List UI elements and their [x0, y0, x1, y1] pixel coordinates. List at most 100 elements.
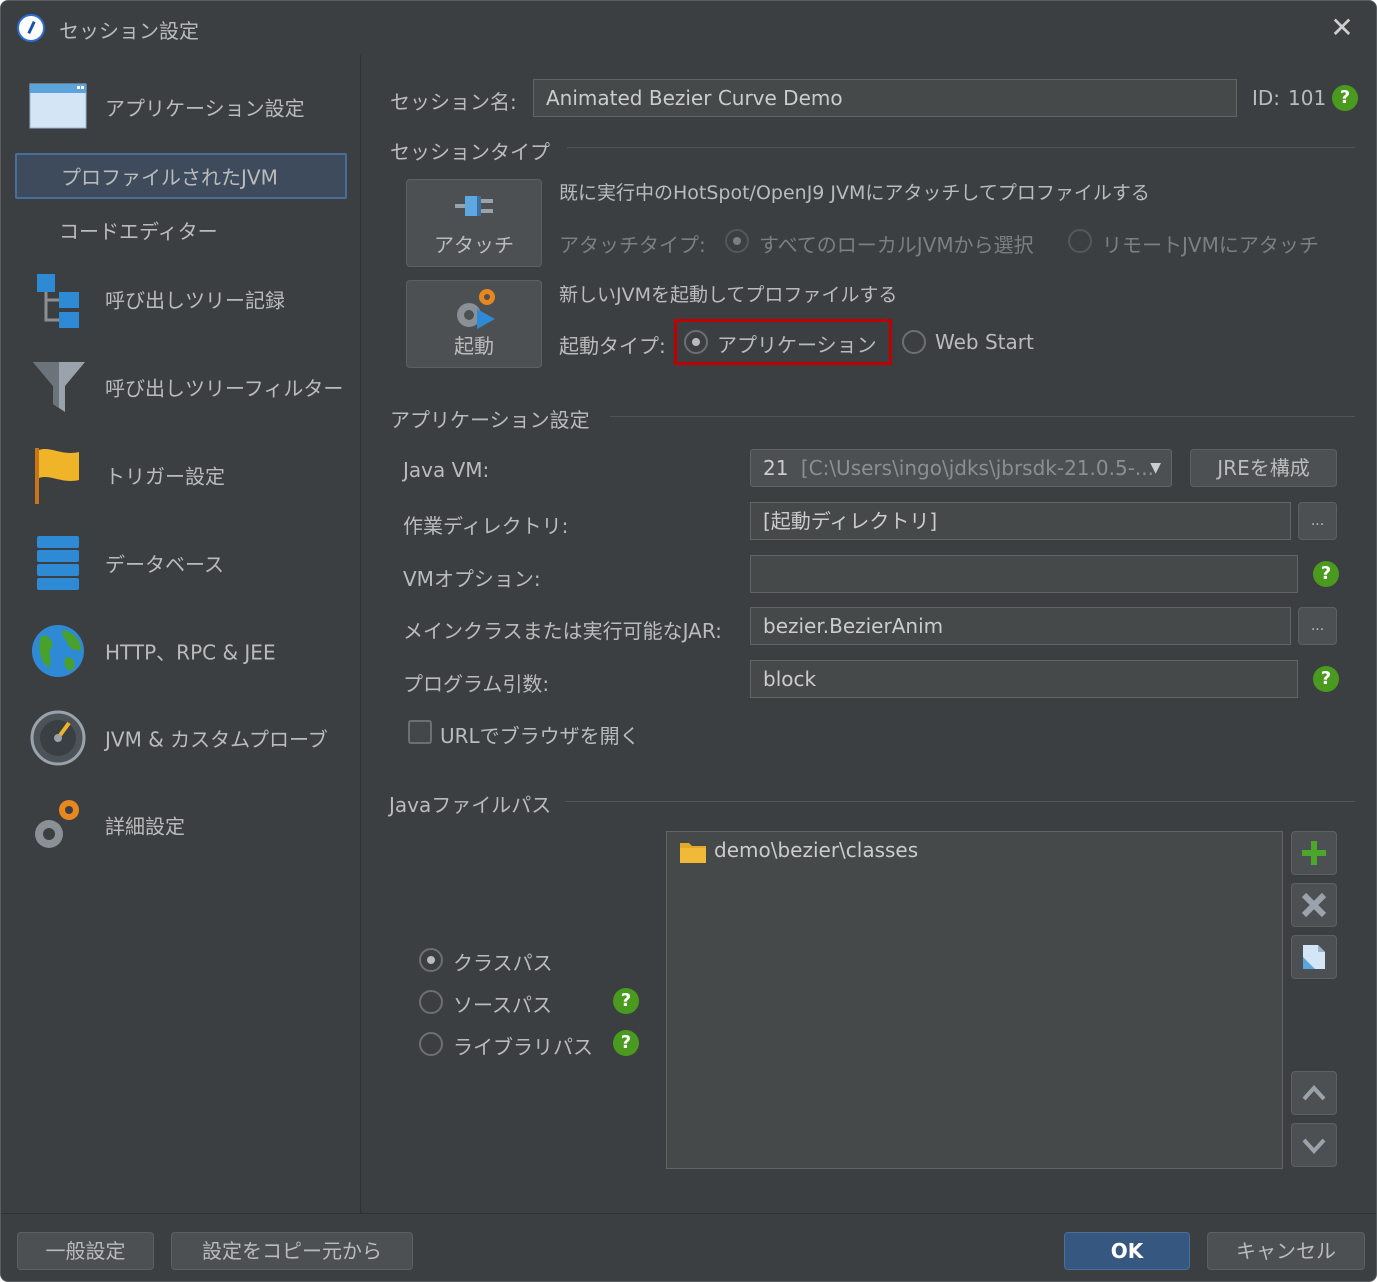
librarypath-radio[interactable] — [419, 1032, 443, 1056]
folder-icon — [680, 843, 706, 863]
launch-button-label: 起動 — [454, 334, 494, 358]
help-icon[interactable]: ? — [1313, 666, 1339, 692]
window-title: セッション設定 — [59, 19, 199, 43]
copy-settings-button[interactable]: 設定をコピー元から — [171, 1232, 413, 1270]
session-id-label: ID: — [1252, 86, 1281, 110]
move-down-button[interactable] — [1291, 1123, 1337, 1167]
sidebar-item-label: トリガー設定 — [105, 464, 225, 489]
open-browser-label: URLでブラウザを開く — [440, 724, 640, 748]
chevron-down-icon: ▼ — [1150, 460, 1161, 476]
edit-path-button[interactable] — [1291, 935, 1337, 979]
attach-remote-radio[interactable] — [1068, 229, 1092, 253]
document-icon — [1303, 945, 1325, 969]
workdir-browse-button[interactable]: ... — [1298, 502, 1337, 540]
database-icon — [37, 536, 79, 590]
attach-remote-label: リモートJVMにアタッチ — [1102, 233, 1319, 257]
sidebar-item-profiled-jvm[interactable]: プロファイルされたJVM — [15, 153, 347, 199]
separator — [567, 147, 1355, 148]
sidebar-item-label: コードエディター — [59, 219, 218, 244]
add-path-button[interactable] — [1291, 831, 1337, 875]
app-settings-heading: アプリケーション設定 — [390, 408, 590, 432]
classpath-radio[interactable] — [419, 948, 443, 972]
sidebar-item-code-editor[interactable]: コードエディター — [15, 207, 347, 253]
cancel-button[interactable]: キャンセル — [1207, 1232, 1365, 1270]
attach-local-radio[interactable] — [725, 229, 749, 253]
sidebar-item-call-tree-recording[interactable]: 呼び出しツリー記録 — [1, 259, 361, 339]
sidebar: アプリケーション設定 プロファイルされたJVM コードエディター 呼び出しツリー… — [1, 55, 361, 1213]
help-icon[interactable]: ? — [613, 988, 639, 1014]
ok-button[interactable]: OK — [1064, 1232, 1190, 1270]
sidebar-item-label: HTTP、RPC & JEE — [105, 640, 276, 665]
plus-icon — [1302, 841, 1326, 865]
session-id-value: 101 — [1288, 86, 1327, 110]
open-browser-checkbox[interactable] — [408, 720, 432, 744]
launch-application-radio[interactable] — [684, 330, 708, 354]
list-item-label: demo\bezier\classes — [714, 838, 919, 862]
tree-icon — [37, 274, 79, 328]
gears-icon — [35, 800, 79, 848]
separator — [610, 416, 1355, 417]
launch-webstart-label: Web Start — [935, 330, 1034, 354]
sidebar-item-trigger-settings[interactable]: トリガー設定 — [1, 435, 361, 515]
globe-icon — [32, 625, 84, 677]
app-compass-icon — [17, 14, 45, 42]
sidebar-item-label: データベース — [105, 552, 224, 577]
launch-webstart-radio[interactable] — [902, 330, 926, 354]
launch-type-label: 起動タイプ: — [559, 334, 666, 358]
delete-icon — [1301, 892, 1327, 918]
program-args-field[interactable]: block — [750, 660, 1298, 698]
general-settings-button[interactable]: 一般設定 — [17, 1232, 154, 1270]
path-list[interactable]: demo\bezier\classes — [666, 831, 1283, 1169]
sourcepath-label: ソースパス — [453, 993, 552, 1017]
move-up-button[interactable] — [1291, 1071, 1337, 1115]
title-bar: セッション設定 ✕ — [1, 1, 1376, 55]
session-type-heading: セッションタイプ — [390, 140, 550, 164]
sidebar-item-application-settings[interactable]: アプリケーション設定 — [1, 67, 361, 147]
workdir-field[interactable]: [起動ディレクトリ] — [750, 502, 1291, 540]
footer: 一般設定 設定をコピー元から OK キャンセル — [1, 1213, 1376, 1281]
sidebar-item-label: プロファイルされたJVM — [61, 165, 278, 190]
java-vm-dropdown[interactable]: 21 [C:\Users\ingo\jdks\jbrsdk-21.0.5-...… — [750, 449, 1172, 487]
session-name-field[interactable]: Animated Bezier Curve Demo — [533, 79, 1237, 117]
sidebar-item-http-rpc-jee[interactable]: HTTP、RPC & JEE — [1, 611, 361, 691]
sourcepath-radio[interactable] — [419, 990, 443, 1014]
workdir-label: 作業ディレクトリ: — [403, 514, 569, 538]
configure-jre-button[interactable]: JREを構成 — [1190, 449, 1337, 487]
java-path-heading: Javaファイルパス — [389, 793, 552, 817]
help-icon[interactable]: ? — [1332, 85, 1358, 111]
attach-description: 既に実行中のHotSpot/OpenJ9 JVMにアタッチしてプロファイルする — [559, 182, 1150, 204]
sidebar-item-label: アプリケーション設定 — [105, 96, 305, 121]
help-icon[interactable]: ? — [1313, 561, 1339, 587]
chevron-down-icon — [1302, 1138, 1326, 1154]
java-vm-label: Java VM: — [403, 458, 490, 482]
list-item[interactable]: demo\bezier\classes — [677, 836, 1267, 866]
funnel-icon — [33, 362, 85, 412]
sidebar-item-label: 呼び出しツリーフィルター — [105, 376, 344, 401]
close-icon[interactable]: ✕ — [1325, 11, 1359, 45]
main-class-field[interactable]: bezier.BezierAnim — [750, 607, 1291, 645]
window-icon — [29, 83, 87, 129]
plug-icon — [455, 196, 493, 216]
main-panel: セッション名: Animated Bezier Curve Demo ID: 1… — [362, 55, 1376, 1213]
main-class-browse-button[interactable]: ... — [1298, 607, 1337, 645]
main-class-label: メインクラスまたは実行可能なJAR: — [403, 619, 722, 643]
launch-application-label: アプリケーション — [717, 333, 877, 357]
launch-button[interactable]: 起動 — [406, 280, 542, 368]
attach-button-label: アタッチ — [434, 233, 514, 257]
sidebar-item-advanced-settings[interactable]: 詳細設定 — [1, 785, 361, 865]
remove-path-button[interactable] — [1291, 883, 1337, 927]
attach-button[interactable]: アタッチ — [406, 179, 542, 267]
sidebar-item-jvm-custom-probes[interactable]: JVM & カスタムプローブ — [1, 698, 361, 778]
vm-options-field[interactable] — [750, 555, 1298, 593]
java-vm-version: 21 — [763, 456, 789, 480]
attach-type-label: アタッチタイプ: — [559, 233, 706, 257]
sidebar-item-database[interactable]: データベース — [1, 523, 361, 603]
java-vm-path: [C:\Users\ingo\jdks\jbrsdk-21.0.5-... — [800, 456, 1154, 480]
sidebar-item-label: JVM & カスタムプローブ — [105, 727, 328, 752]
help-icon[interactable]: ? — [613, 1030, 639, 1056]
librarypath-label: ライブラリパス — [453, 1035, 593, 1059]
chevron-up-icon — [1302, 1085, 1326, 1101]
sidebar-item-call-tree-filter[interactable]: 呼び出しツリーフィルター — [1, 347, 361, 427]
sidebar-item-label: 呼び出しツリー記録 — [105, 288, 285, 313]
session-name-label: セッション名: — [390, 90, 517, 114]
